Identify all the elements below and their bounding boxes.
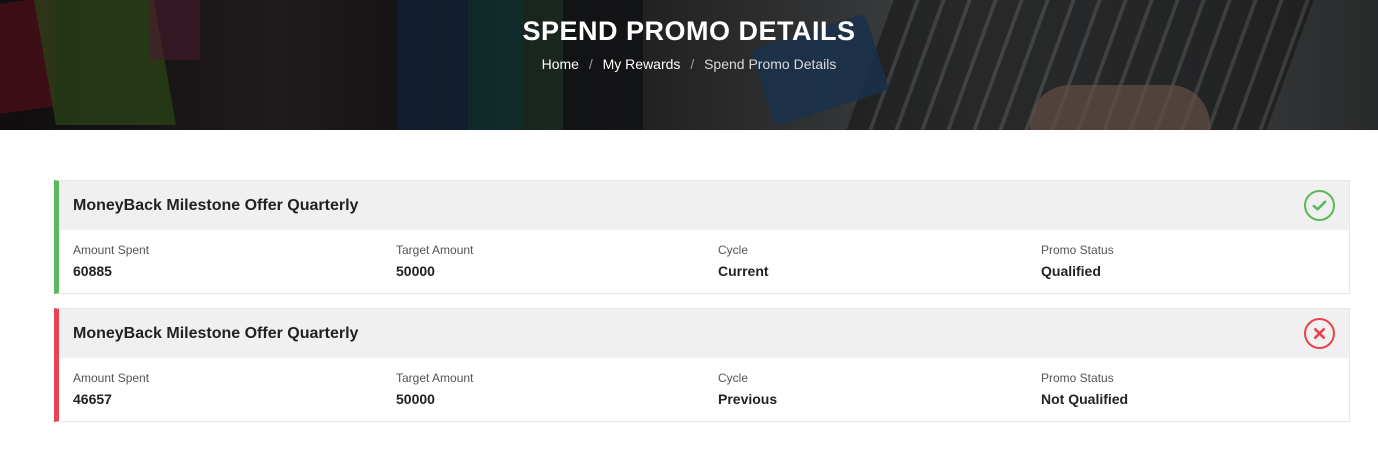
amount-spent-field: Amount Spent 46657 (73, 371, 149, 407)
breadcrumb: Home / My Rewards / Spend Promo Details (0, 56, 1378, 72)
amount-spent-label: Amount Spent (73, 243, 150, 257)
cycle-value: Current (718, 263, 769, 279)
cycle-field: Cycle Current (718, 243, 769, 279)
target-amount-value: 50000 (396, 391, 435, 407)
promo-status-field: Promo Status Not Qualified (1041, 371, 1128, 407)
hero-banner: SPEND PROMO DETAILS Home / My Rewards / … (0, 0, 1378, 130)
amount-spent-label: Amount Spent (73, 371, 150, 385)
amount-spent-field: Amount Spent 60885 (73, 243, 149, 279)
promo-card-header: MoneyBack Milestone Offer Quarterly (59, 309, 1349, 358)
page-title: SPEND PROMO DETAILS (522, 16, 856, 46)
x-circle-icon (1304, 318, 1335, 349)
amount-spent-value: 46657 (73, 391, 112, 407)
promo-card-body: Amount Spent 46657 Target Amount 50000 C… (59, 358, 1349, 421)
cycle-field: Cycle Previous (718, 371, 777, 407)
breadcrumb-separator: / (690, 56, 695, 72)
promo-card-body: Amount Spent 60885 Target Amount 50000 C… (59, 230, 1349, 293)
promo-status-label: Promo Status (1041, 371, 1114, 385)
promo-title: MoneyBack Milestone Offer Quarterly (73, 197, 359, 214)
promo-card-not-qualified: MoneyBack Milestone Offer Quarterly Amou… (54, 308, 1350, 422)
breadcrumb-rewards-link[interactable]: My Rewards (603, 56, 681, 72)
promo-status-value: Not Qualified (1041, 391, 1129, 407)
target-amount-label: Target Amount (396, 371, 474, 385)
target-amount-field: Target Amount 50000 (396, 371, 473, 407)
cycle-label: Cycle (718, 243, 749, 257)
promo-card-qualified: MoneyBack Milestone Offer Quarterly Amou… (54, 180, 1350, 294)
target-amount-field: Target Amount 50000 (396, 243, 473, 279)
promo-status-field: Promo Status Qualified (1041, 243, 1114, 279)
amount-spent-value: 60885 (73, 263, 112, 279)
breadcrumb-separator: / (588, 56, 593, 72)
breadcrumb-home-link[interactable]: Home (542, 56, 579, 72)
promo-title: MoneyBack Milestone Offer Quarterly (73, 325, 359, 342)
cycle-value: Previous (718, 391, 778, 407)
target-amount-value: 50000 (396, 263, 435, 279)
promo-status-value: Qualified (1041, 263, 1101, 279)
promo-card-header: MoneyBack Milestone Offer Quarterly (59, 181, 1349, 230)
target-amount-label: Target Amount (396, 243, 474, 257)
promo-status-label: Promo Status (1041, 243, 1114, 257)
check-circle-icon (1304, 190, 1335, 221)
cycle-label: Cycle (718, 371, 749, 385)
breadcrumb-current: Spend Promo Details (704, 56, 837, 72)
